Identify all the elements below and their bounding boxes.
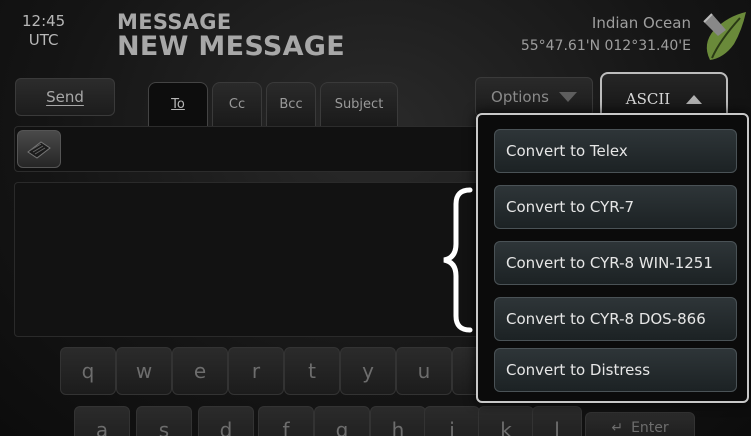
key-l[interactable]: l — [532, 406, 582, 436]
coordinates-label: 55°47.61'N 012°31.40'E — [520, 38, 691, 54]
key-r[interactable]: r — [228, 347, 284, 395]
encoding-menu: Convert to Telex Convert to CYR-7 Conver… — [476, 113, 749, 403]
chevron-up-icon — [686, 94, 703, 104]
key-j[interactable]: j — [424, 406, 480, 436]
enter-arrow-icon: ↵ — [611, 420, 624, 436]
key-e[interactable]: e — [172, 347, 228, 395]
menu-item-convert-cyr8-dos866[interactable]: Convert to CYR-8 DOS-866 — [494, 297, 737, 341]
recipient-field[interactable] — [14, 126, 484, 172]
key-q[interactable]: q — [60, 347, 116, 395]
send-button[interactable]: Send — [15, 78, 115, 116]
page-title: NEW MESSAGE — [117, 31, 346, 62]
tab-to[interactable]: To — [148, 82, 208, 126]
key-u[interactable]: u — [396, 347, 452, 395]
annotation-brace — [443, 187, 473, 333]
tab-bcc[interactable]: Bcc — [266, 82, 316, 126]
key-y[interactable]: y — [340, 347, 396, 395]
key-k[interactable]: k — [478, 406, 534, 436]
menu-item-convert-distress[interactable]: Convert to Distress — [494, 348, 737, 392]
options-label: Options — [491, 88, 549, 106]
tab-subject[interactable]: Subject — [320, 82, 398, 126]
chevron-down-icon — [558, 92, 577, 102]
encoding-label: ASCII — [625, 90, 671, 108]
enter-label: Enter — [631, 420, 669, 436]
message-screen: 12:45 UTC MESSAGE NEW MESSAGE Indian Oce… — [0, 0, 751, 436]
location-label: Indian Ocean — [591, 14, 691, 32]
key-f[interactable]: f — [258, 406, 314, 436]
enter-key[interactable]: ↵ Enter — [585, 412, 695, 436]
clock: 12:45 UTC — [22, 12, 65, 50]
key-g[interactable]: g — [314, 406, 370, 436]
key-w[interactable]: w — [116, 347, 172, 395]
key-a[interactable]: a — [74, 406, 130, 436]
key-d[interactable]: d — [198, 406, 254, 436]
clock-timezone: UTC — [28, 31, 59, 49]
menu-item-convert-telex[interactable]: Convert to Telex — [494, 129, 737, 173]
key-s[interactable]: s — [136, 406, 192, 436]
tab-cc[interactable]: Cc — [212, 82, 262, 126]
address-book-button[interactable] — [17, 130, 61, 168]
satellite-logo-icon — [703, 12, 746, 60]
clock-time: 12:45 — [22, 12, 66, 30]
key-h[interactable]: h — [370, 406, 426, 436]
menu-item-convert-cyr8-win1251[interactable]: Convert to CYR-8 WIN-1251 — [494, 241, 737, 285]
menu-item-convert-cyr7[interactable]: Convert to CYR-7 — [494, 185, 737, 229]
key-t[interactable]: t — [284, 347, 340, 395]
options-dropdown[interactable]: Options — [475, 77, 593, 117]
message-body[interactable] — [14, 182, 484, 337]
address-book-icon — [27, 141, 51, 159]
